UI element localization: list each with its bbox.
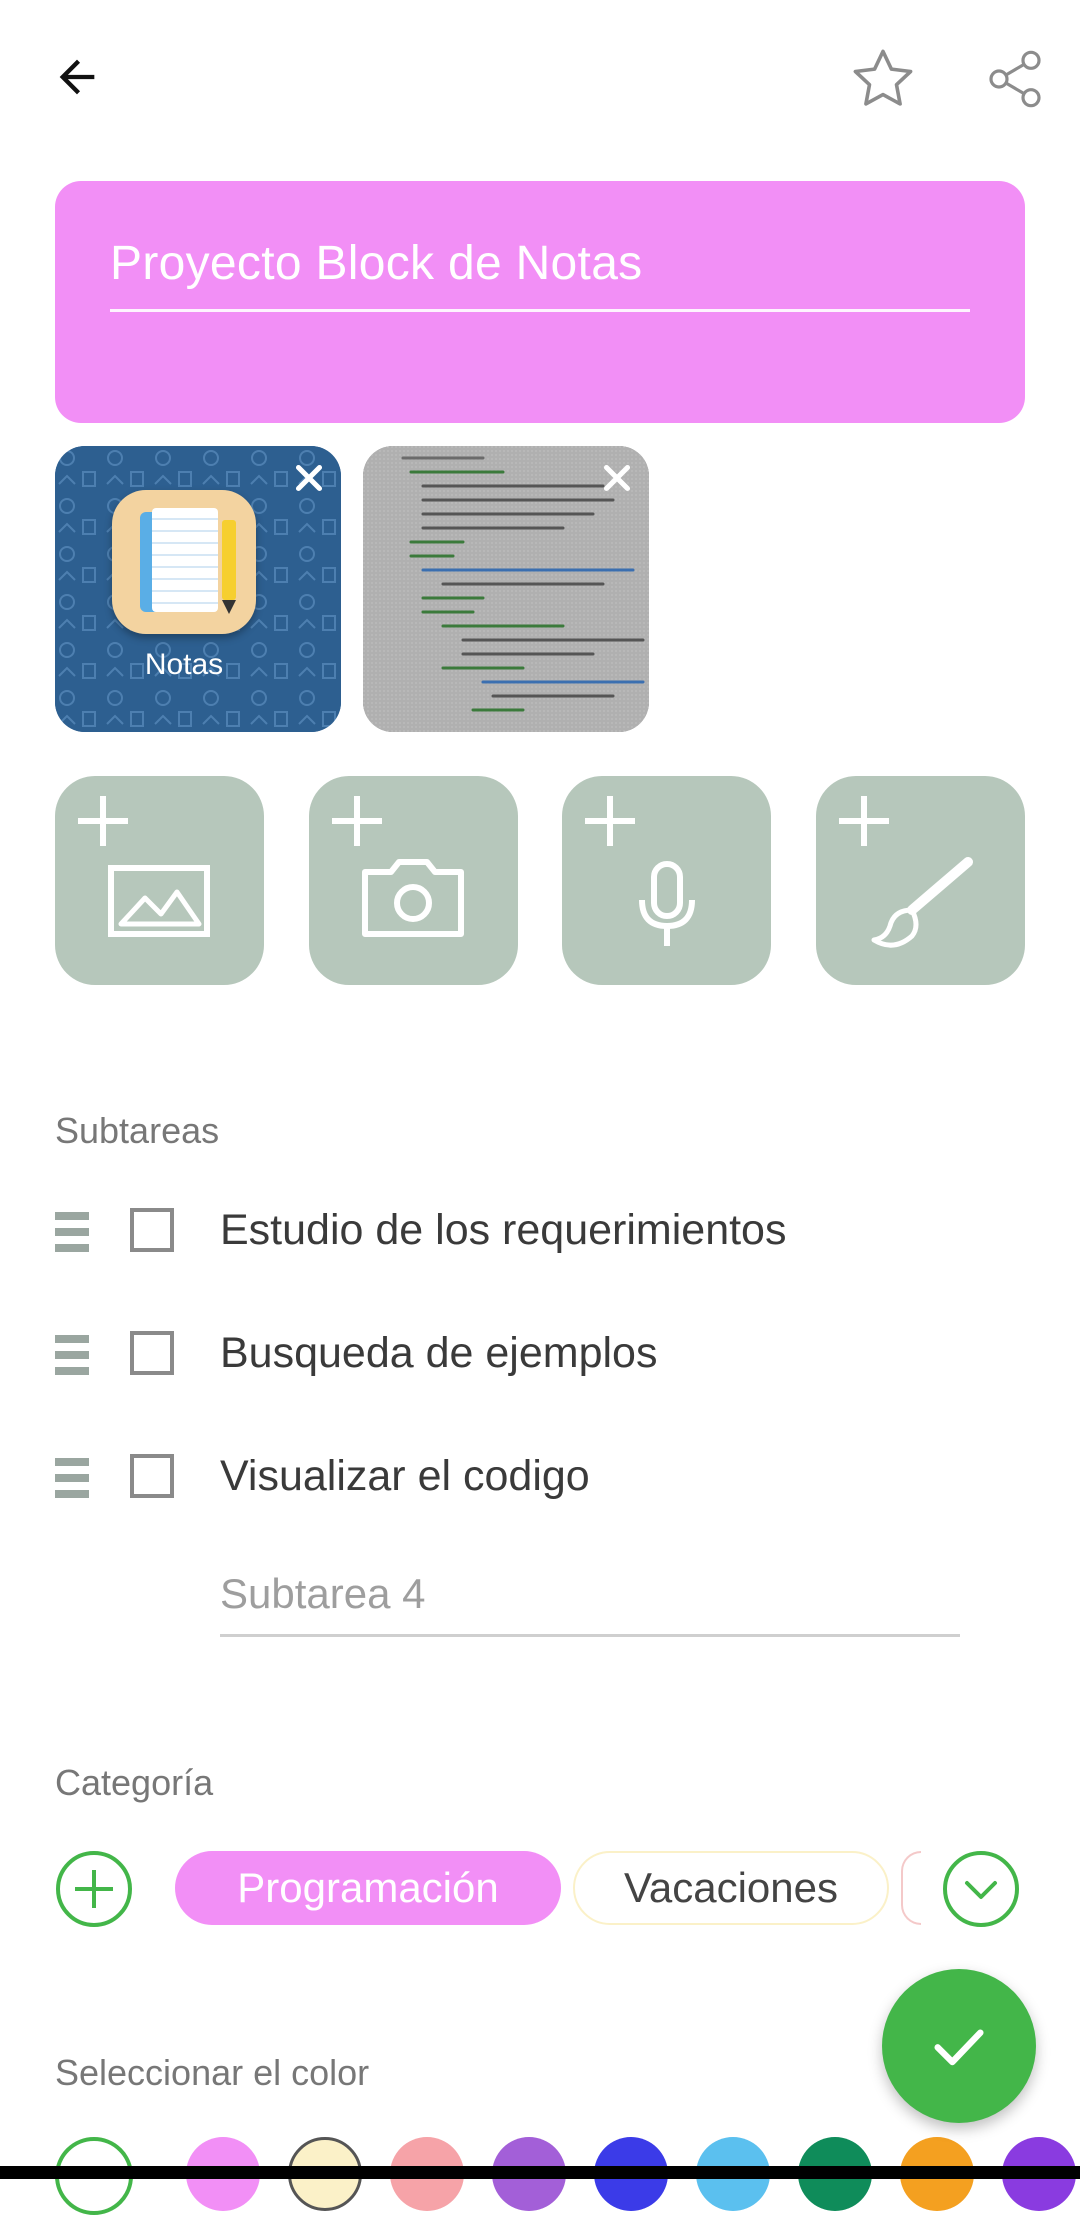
subtask-row: Visualizar el codigo (0, 1446, 1080, 1508)
close-icon (603, 464, 631, 492)
back-arrow-icon (59, 59, 95, 95)
save-fab-button[interactable] (882, 1969, 1036, 2123)
notebook-page (152, 508, 218, 612)
title-underline (110, 309, 970, 312)
subtask-text[interactable]: Busqueda de ejemplos (220, 1329, 657, 1378)
remove-attachment-button[interactable] (287, 456, 331, 500)
drag-handle-icon[interactable] (55, 1456, 89, 1500)
plus-circle-icon (56, 1851, 132, 1927)
category-label: Categoría (55, 1762, 214, 1803)
category-chip-programacion[interactable]: Programación (175, 1851, 561, 1925)
add-image-button[interactable] (55, 776, 264, 985)
notes-app-icon (112, 490, 256, 634)
subtask-checkbox[interactable] (130, 1454, 174, 1498)
select-color-label: Seleccionar el color (55, 2052, 370, 2093)
category-chip-partial[interactable] (901, 1851, 921, 1925)
thumbnail-caption: Notas (144, 648, 224, 681)
subtask-checkbox[interactable] (130, 1208, 174, 1252)
subtask-row: Estudio de los requerimientos (0, 1200, 1080, 1262)
add-drawing-button[interactable] (816, 776, 1025, 985)
new-subtask-input[interactable]: Subtarea 4 (220, 1570, 960, 1618)
add-microphone-icon (585, 796, 695, 946)
subtask-text[interactable]: Visualizar el codigo (220, 1452, 590, 1501)
system-nav-bar (0, 2166, 1080, 2179)
category-chip-vacaciones[interactable]: Vacaciones (573, 1851, 889, 1925)
add-camera-icon (332, 796, 464, 937)
title-input[interactable]: Proyecto Block de Notas (110, 236, 970, 291)
check-icon (934, 2029, 984, 2066)
favorite-button[interactable] (842, 38, 924, 120)
add-audio-button[interactable] (562, 776, 771, 985)
add-category-button[interactable] (55, 1850, 133, 1928)
pencil-tip (222, 600, 236, 614)
add-camera-button[interactable] (309, 776, 518, 985)
add-image-icon (78, 796, 210, 937)
share-icon (989, 50, 1041, 108)
expand-categories-button[interactable] (942, 1850, 1020, 1928)
attachment-thumbnail[interactable] (363, 446, 649, 732)
subtask-text[interactable]: Estudio de los requerimientos (220, 1206, 786, 1255)
subtasks-label: Subtareas (55, 1110, 220, 1151)
title-card: Proyecto Block de Notas (55, 181, 1025, 423)
star-icon (853, 49, 913, 106)
close-icon (295, 464, 323, 492)
add-brush-icon (839, 796, 973, 948)
chevron-down-circle-icon (943, 1851, 1019, 1927)
back-button[interactable] (36, 36, 118, 118)
drag-handle-icon[interactable] (55, 1333, 89, 1377)
remove-attachment-button[interactable] (595, 456, 639, 500)
share-button[interactable] (974, 38, 1056, 120)
subtask-checkbox[interactable] (130, 1331, 174, 1375)
new-subtask-underline (220, 1634, 960, 1637)
subtask-row: Busqueda de ejemplos (0, 1323, 1080, 1385)
drag-handle-icon[interactable] (55, 1210, 89, 1254)
pencil-body (222, 520, 236, 600)
attachment-thumbnail[interactable]: Notas (55, 446, 341, 732)
